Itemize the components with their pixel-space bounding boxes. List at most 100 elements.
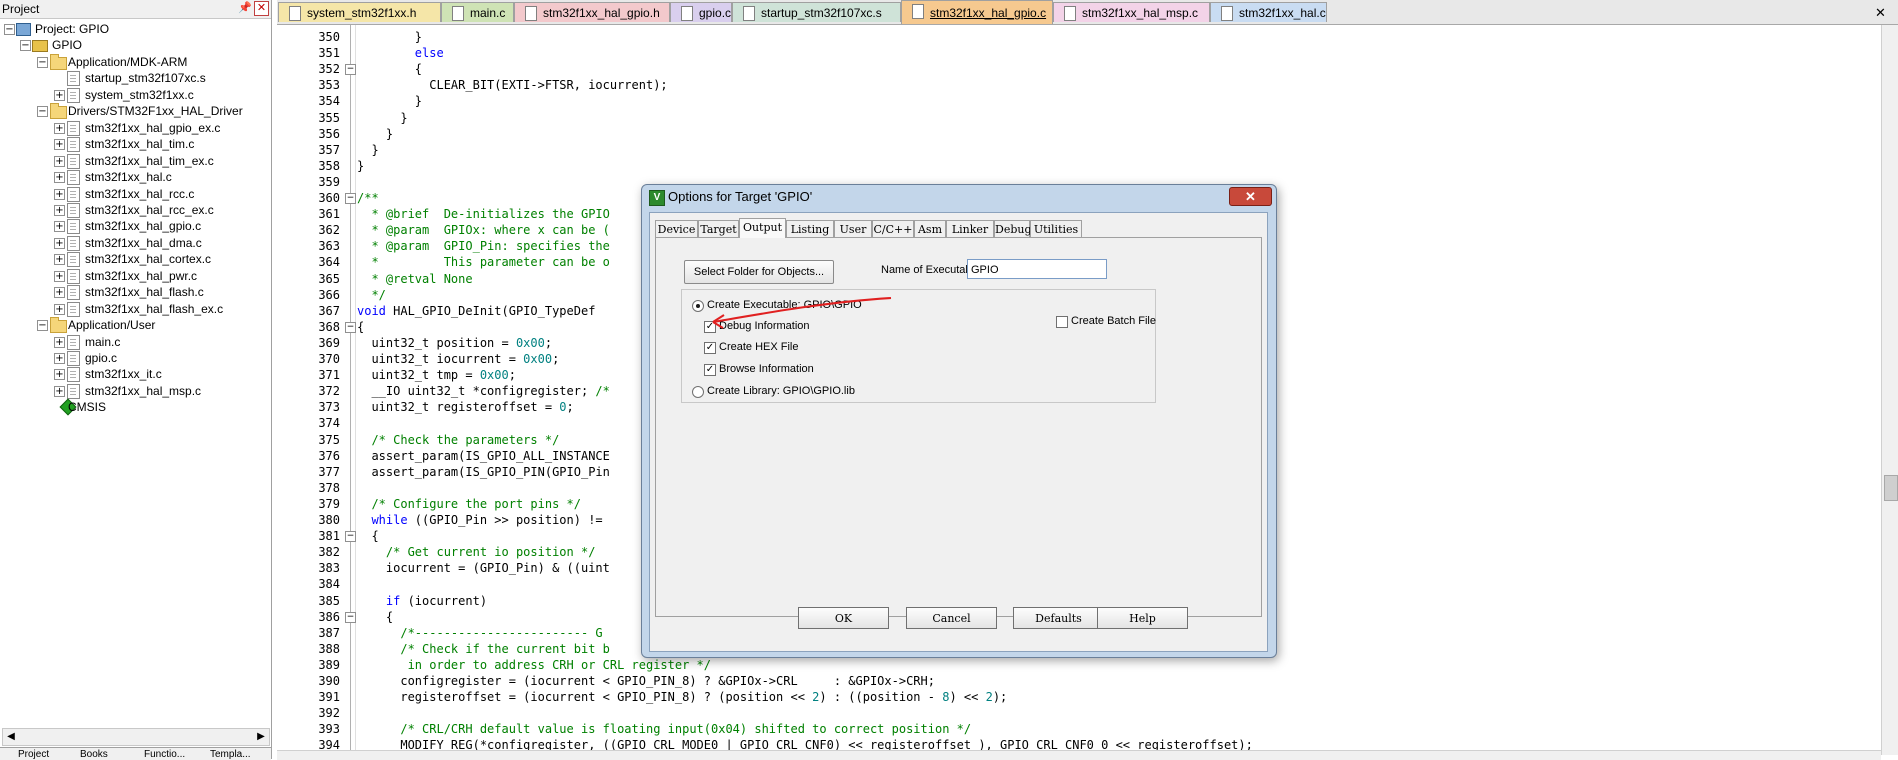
tree-item[interactable]: + stm32f1xx_hal_rcc.c (0, 186, 268, 202)
code-line[interactable]: /* CRL/CRH default value is floating inp… (357, 721, 971, 737)
fold-collapse-icon[interactable]: − (345, 321, 356, 333)
expand-icon[interactable]: + (54, 122, 65, 134)
project-bottom-tab[interactable]: Templa... (196, 748, 270, 760)
editor-tab[interactable]: main.c (441, 2, 514, 22)
code-line[interactable]: } (357, 110, 407, 126)
expand-icon[interactable]: + (54, 353, 65, 364)
dialog-close-button[interactable]: ✕ (1229, 187, 1272, 206)
expand-icon[interactable]: + (54, 385, 65, 397)
tree-item[interactable]: + main.c (0, 334, 268, 350)
code-line[interactable]: { (357, 61, 422, 77)
tree-item[interactable]: + stm32f1xx_hal_flash_ex.c (0, 301, 268, 317)
code-line[interactable]: /* Check if the current bit b (357, 641, 610, 657)
fold-collapse-icon[interactable]: − (345, 531, 356, 543)
defaults-button[interactable]: Defaults (1013, 607, 1104, 629)
tree-item[interactable]: + stm32f1xx_it.c (0, 366, 268, 383)
tab-close-icon[interactable]: ✕ (1875, 5, 1886, 21)
code-line[interactable]: uint32_t registeroffset = 0; (357, 399, 573, 415)
code-line[interactable]: * This parameter can be o (357, 254, 609, 270)
expand-icon[interactable]: + (54, 287, 65, 299)
dialog-tab[interactable]: Target (698, 220, 739, 237)
code-line[interactable]: iocurrent = (GPIO_Pin) & ((uint (357, 560, 610, 576)
tree-item[interactable]: + stm32f1xx_hal_gpio.c (0, 218, 268, 235)
create-library-radio[interactable] (692, 386, 704, 398)
fold-collapse-icon[interactable]: − (345, 611, 356, 623)
tree-item[interactable]: startup_stm32f107xc.s (0, 70, 268, 87)
fold-collapse-icon[interactable]: − (345, 193, 356, 204)
tree-item[interactable]: + gpio.c (0, 350, 268, 366)
expand-icon[interactable]: + (54, 139, 65, 151)
code-line[interactable]: * @brief De-initializes the GPIO (357, 206, 609, 222)
expand-icon[interactable]: + (54, 336, 65, 348)
dialog-tab[interactable]: Output (739, 218, 786, 238)
code-line[interactable]: /** (357, 190, 379, 206)
collapse-icon[interactable]: − (37, 320, 48, 332)
collapse-icon[interactable]: − (37, 106, 48, 118)
code-line[interactable]: /*------------------------ G (357, 625, 602, 641)
tree-item[interactable]: + stm32f1xx_hal_msp.c (0, 383, 268, 399)
create-hex-checkbox[interactable]: ✓ (704, 342, 716, 354)
tree-item[interactable]: − Application/MDK-ARM (0, 53, 268, 70)
scroll-thumb[interactable] (1884, 475, 1898, 501)
tree-item[interactable]: − Drivers/STM32F1xx_HAL_Driver (0, 103, 268, 120)
dialog-tab[interactable]: Asm (914, 220, 946, 237)
code-line[interactable]: * @param GPIOx: where x can be ( (357, 222, 609, 238)
tree-item[interactable]: − Project: GPIO (0, 21, 268, 37)
code-line[interactable]: { (357, 609, 393, 625)
pin-icon[interactable]: 📌 (238, 1, 252, 15)
fold-collapse-icon[interactable]: − (345, 64, 356, 76)
tree-item[interactable]: + stm32f1xx_hal.c (0, 169, 268, 186)
code-line[interactable]: { (357, 319, 364, 335)
expand-icon[interactable]: + (54, 270, 65, 282)
tree-item[interactable]: + stm32f1xx_hal_dma.c (0, 235, 268, 251)
code-line[interactable]: __IO uint32_t *configregister; /* (357, 383, 609, 399)
editor-tab[interactable]: stm32f1xx_hal_msp.c (1053, 2, 1210, 22)
project-bottom-tab[interactable]: Books (66, 748, 140, 760)
editor-tab[interactable]: startup_stm32f107xc.s (732, 2, 901, 22)
expand-icon[interactable]: + (54, 254, 65, 266)
dialog-tab[interactable]: Device (655, 220, 698, 237)
code-line[interactable]: registeroffset = (iocurrent < GPIO_PIN_8… (357, 689, 1007, 705)
scroll-right-icon[interactable]: ▶ (254, 730, 268, 744)
code-line[interactable]: } (357, 158, 364, 174)
expand-icon[interactable]: + (54, 204, 65, 216)
expand-icon[interactable]: + (54, 188, 65, 200)
dialog-tab[interactable]: Listing (786, 220, 834, 237)
expand-icon[interactable]: + (54, 237, 65, 249)
tree-item[interactable]: + stm32f1xx_hal_tim.c (0, 136, 268, 153)
tree-item[interactable]: + stm32f1xx_hal_flash.c (0, 284, 268, 301)
editor-tab[interactable]: gpio.c (670, 2, 732, 22)
code-line[interactable]: } (357, 93, 422, 109)
code-line[interactable]: { (357, 528, 378, 544)
dialog-tab[interactable]: C/C++ (872, 220, 914, 237)
code-line[interactable]: CLEAR_BIT(EXTI->FTSR, iocurrent); (357, 77, 667, 93)
cancel-button[interactable]: Cancel (906, 607, 997, 629)
dialog-tab[interactable]: Debug (994, 220, 1032, 237)
tree-item[interactable]: + stm32f1xx_hal_pwr.c (0, 268, 268, 284)
tree-item[interactable]: + stm32f1xx_hal_cortex.c (0, 251, 268, 268)
tree-item[interactable]: + system_stm32f1xx.c (0, 87, 268, 103)
close-icon[interactable]: ✕ (254, 1, 269, 16)
tree-item[interactable]: + stm32f1xx_hal_rcc_ex.c (0, 202, 268, 218)
code-line[interactable]: assert_param(IS_GPIO_PIN(GPIO_Pin (357, 464, 609, 480)
tree-item[interactable]: − GPIO (0, 37, 268, 53)
dialog-tab[interactable]: Utilities (1030, 220, 1082, 237)
expand-icon[interactable]: + (54, 172, 65, 184)
collapse-icon[interactable]: − (4, 24, 15, 35)
tree-item[interactable]: + stm32f1xx_hal_gpio_ex.c (0, 120, 268, 136)
expand-icon[interactable]: + (54, 369, 65, 381)
expand-icon[interactable]: + (54, 303, 65, 315)
tree-item[interactable]: + stm32f1xx_hal_tim_ex.c (0, 153, 268, 169)
collapse-icon[interactable]: − (37, 56, 48, 68)
code-line[interactable]: uint32_t iocurrent = 0x00; (357, 351, 559, 367)
code-line[interactable]: else (357, 45, 444, 61)
code-line[interactable]: uint32_t position = 0x00; (357, 335, 552, 351)
code-line[interactable]: /* Configure the port pins */ (357, 496, 581, 512)
code-line[interactable]: assert_param(IS_GPIO_ALL_INSTANCE (357, 448, 609, 464)
editor-tab[interactable]: system_stm32f1xx.h (278, 2, 441, 22)
dialog-tab[interactable]: User (834, 220, 872, 237)
code-line[interactable]: /* Get current io position */ (357, 544, 596, 560)
code-line[interactable]: while ((GPIO_Pin >> position) != (357, 512, 602, 528)
code-line[interactable]: * @retval None (357, 271, 472, 287)
expand-icon[interactable]: + (54, 221, 65, 233)
